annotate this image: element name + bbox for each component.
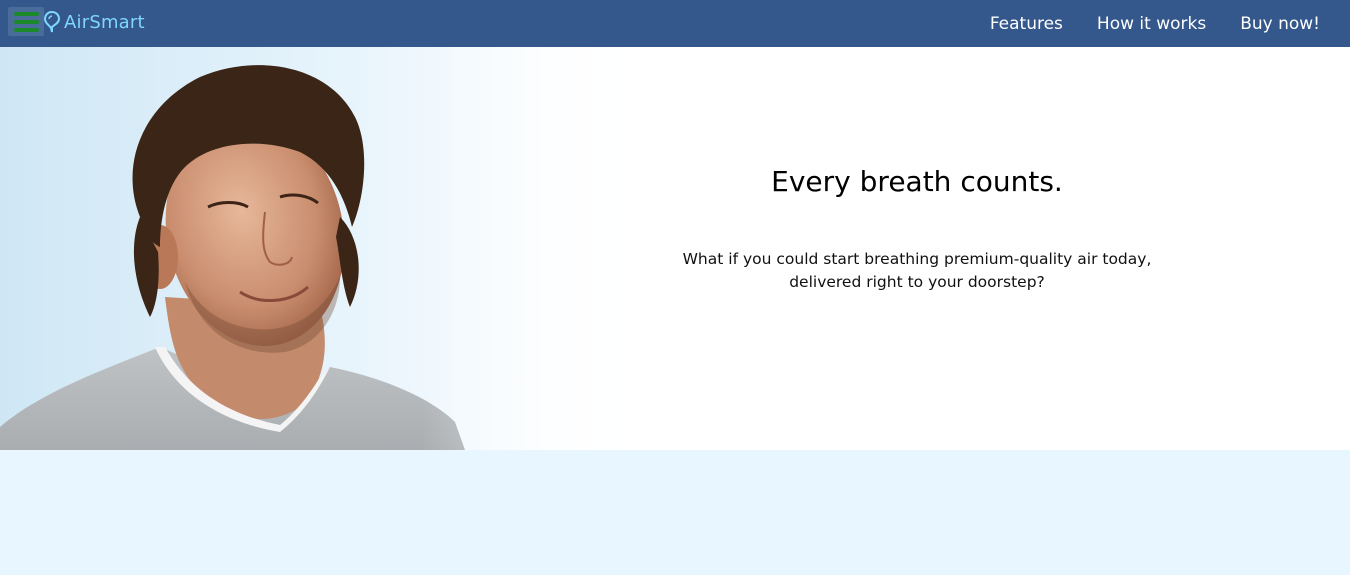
hero-section: Every breath counts. What if you could s… xyxy=(0,47,1350,450)
nav-links: Features How it works Buy now! xyxy=(956,0,1320,47)
menu-bar-icon xyxy=(14,19,39,24)
hero-title: Every breath counts. xyxy=(771,165,1063,198)
brand-logo-link[interactable]: AirSmart xyxy=(42,10,145,34)
hamburger-menu-button[interactable] xyxy=(8,7,44,36)
menu-bar-icon xyxy=(14,11,39,16)
top-navbar: AirSmart Features How it works Buy now! xyxy=(0,0,1350,47)
lower-section xyxy=(0,450,1350,575)
hero-subtitle: What if you could start breathing premiu… xyxy=(682,250,1152,291)
brand-name: AirSmart xyxy=(64,11,145,33)
nav-link-buy-now[interactable]: Buy now! xyxy=(1240,14,1320,34)
nav-link-how-it-works[interactable]: How it works xyxy=(1097,14,1206,34)
man-breathing-fresh-air-photo xyxy=(0,47,660,450)
air-drop-logo-icon xyxy=(43,10,61,33)
nav-link-features[interactable]: Features xyxy=(990,14,1063,34)
menu-bar-icon xyxy=(14,27,39,32)
